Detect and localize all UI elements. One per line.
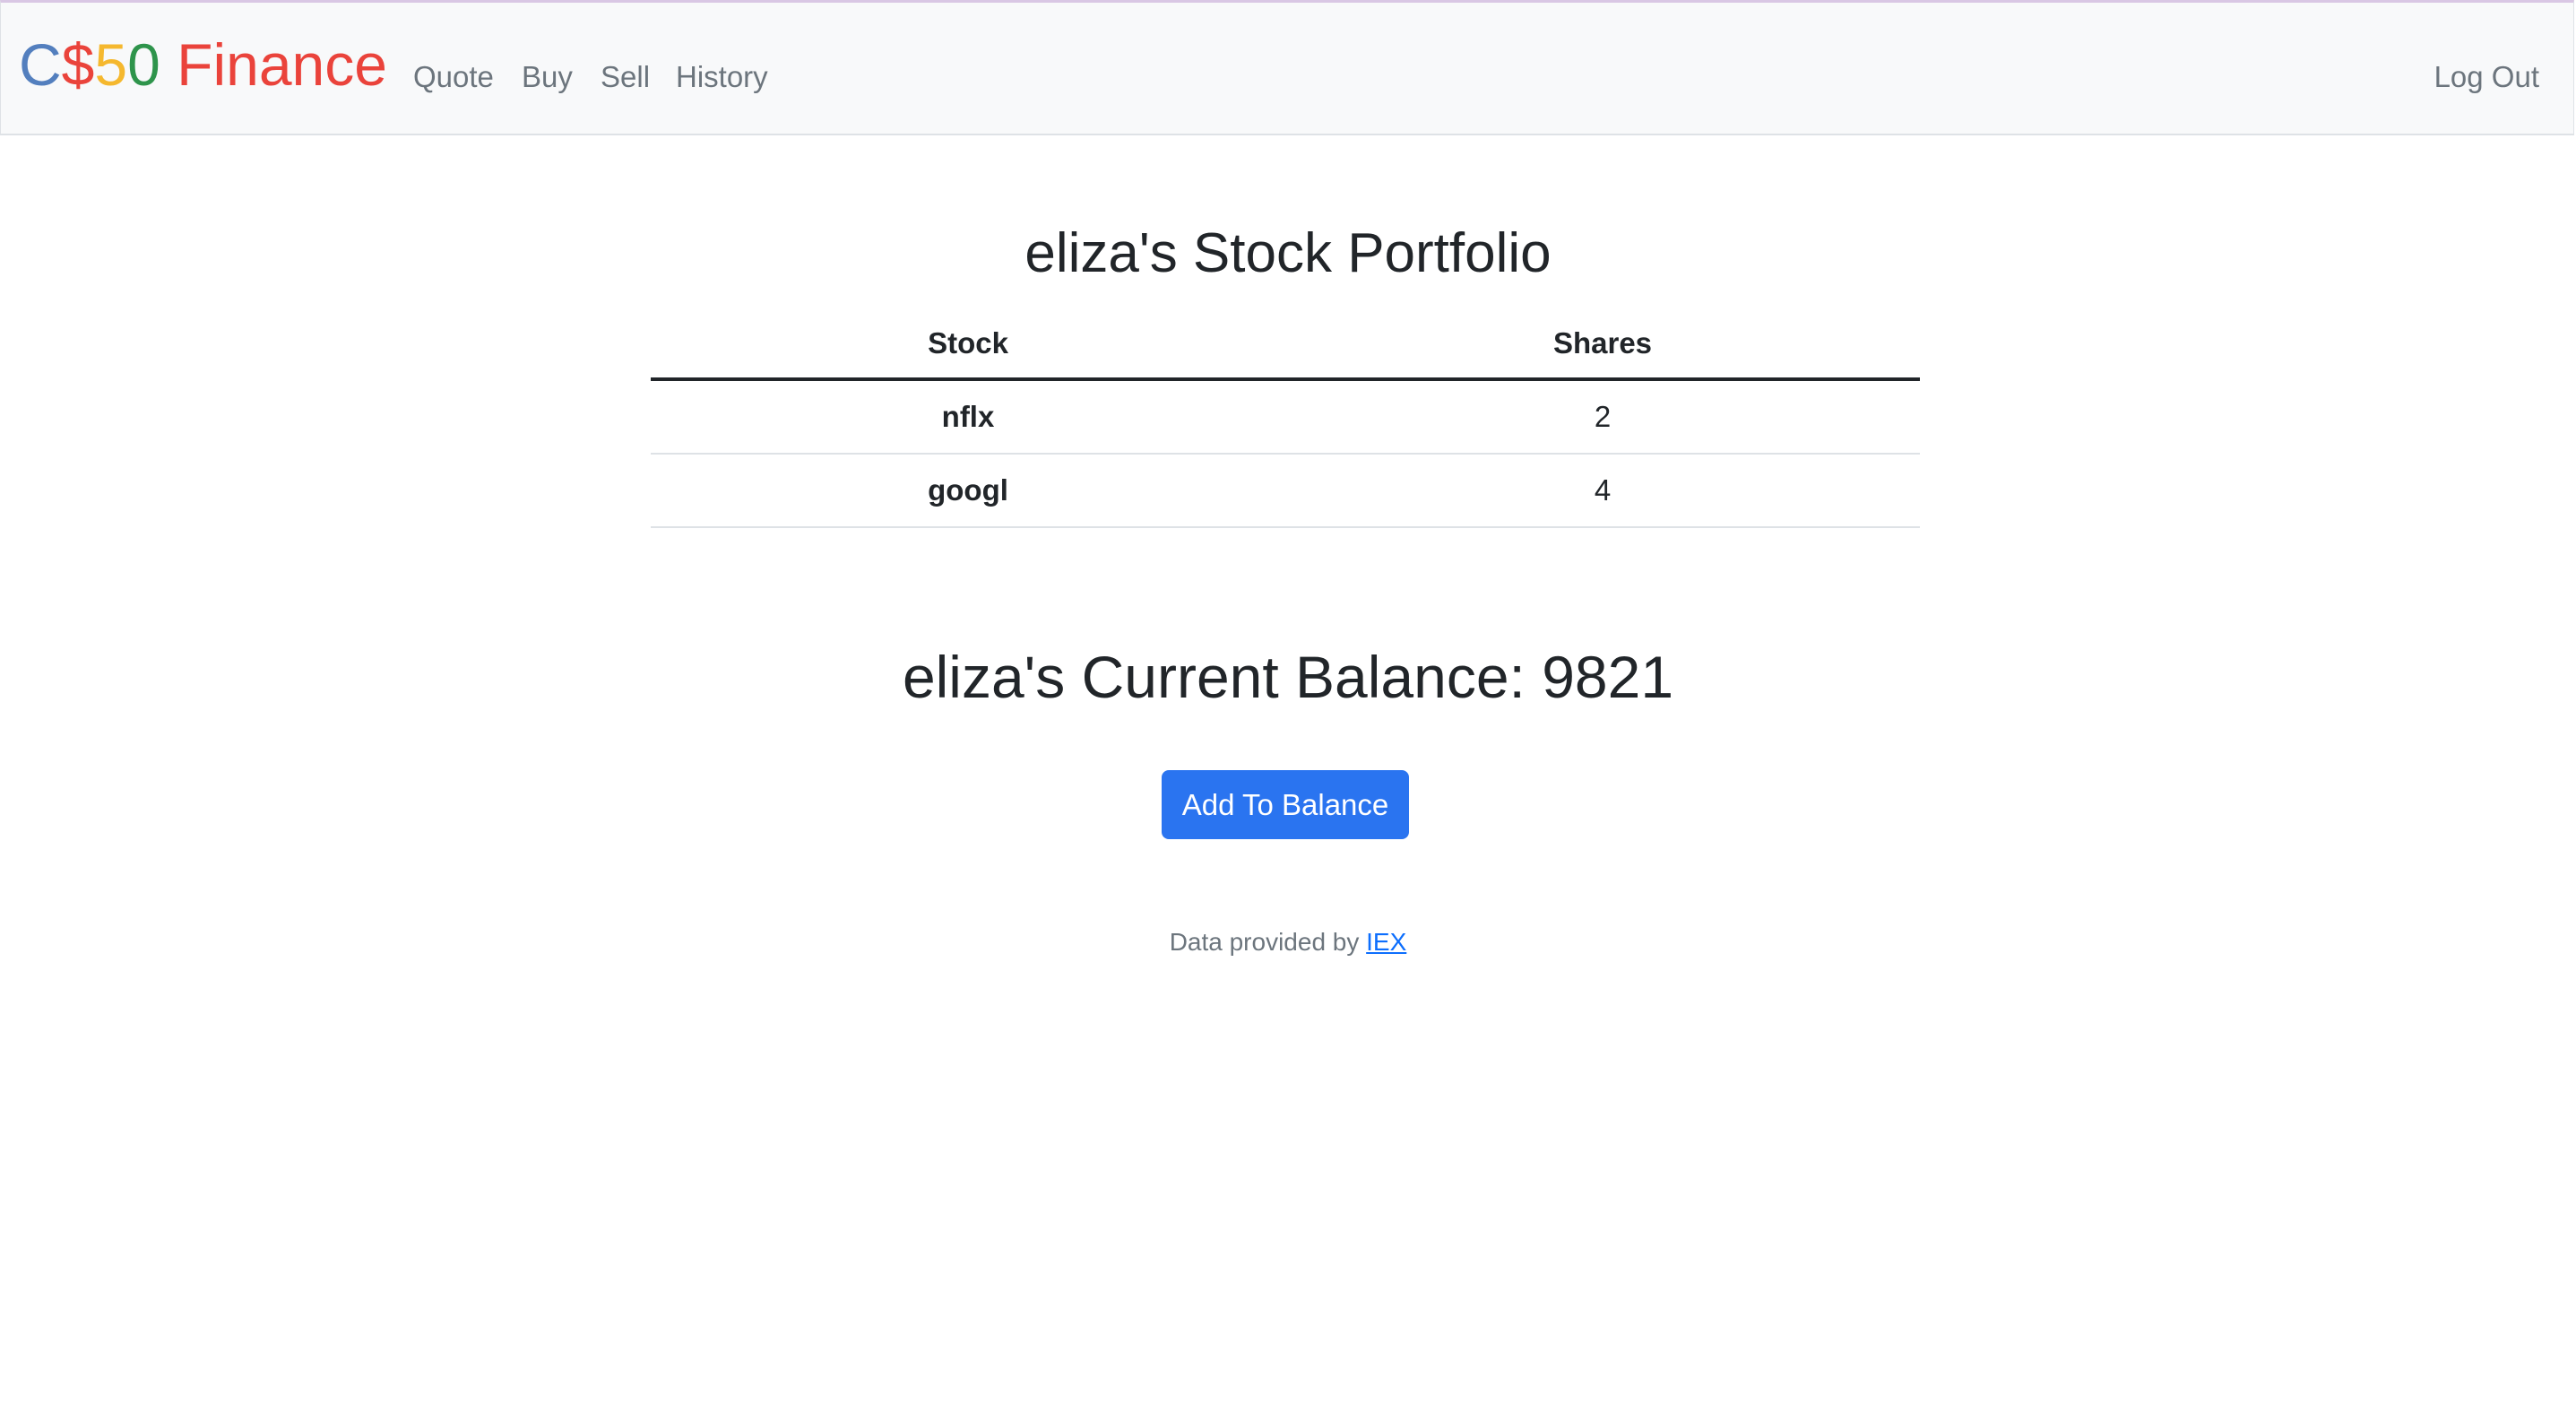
brand-letter-c: C [19, 31, 62, 98]
nav-sell-link[interactable]: Sell [601, 62, 650, 91]
portfolio-table: Stock Shares nflx 2 googl 4 [651, 309, 1920, 528]
nav-history-link[interactable]: History [676, 62, 768, 91]
table-header-row: Stock Shares [651, 309, 1920, 381]
brand-logo[interactable]: C$50 Finance [19, 35, 387, 94]
nav-buy-link[interactable]: Buy [522, 62, 573, 91]
stock-symbol-cell: nflx [651, 379, 1285, 455]
add-to-balance-button[interactable]: Add To Balance [1162, 770, 1409, 839]
stock-symbol-cell: googl [651, 454, 1285, 528]
navbar: C$50 Finance Quote Buy Sell History Log … [0, 0, 2574, 135]
nav-logout-link[interactable]: Log Out [2434, 62, 2539, 91]
iex-link[interactable]: IEX [1366, 928, 1406, 956]
footer-attribution: Data provided by IEX [0, 930, 2576, 955]
shares-count-cell: 2 [1285, 379, 1920, 455]
table-row: googl 4 [651, 454, 1920, 528]
current-balance-heading: eliza's Current Balance: 9821 [902, 644, 1674, 710]
column-header-shares: Shares [1285, 309, 1920, 381]
column-header-stock: Stock [651, 309, 1285, 381]
brand-digit-5: 5 [94, 31, 128, 98]
footer-prefix: Data provided by [1169, 928, 1367, 956]
brand-digit-0: 0 [127, 31, 160, 98]
brand-finance: Finance [160, 31, 387, 98]
nav-quote-link[interactable]: Quote [413, 62, 494, 91]
page-title: eliza's Stock Portfolio [1024, 222, 1552, 284]
table-row: nflx 2 [651, 379, 1920, 455]
shares-count-cell: 4 [1285, 454, 1920, 528]
brand-dollar: $ [61, 31, 95, 98]
